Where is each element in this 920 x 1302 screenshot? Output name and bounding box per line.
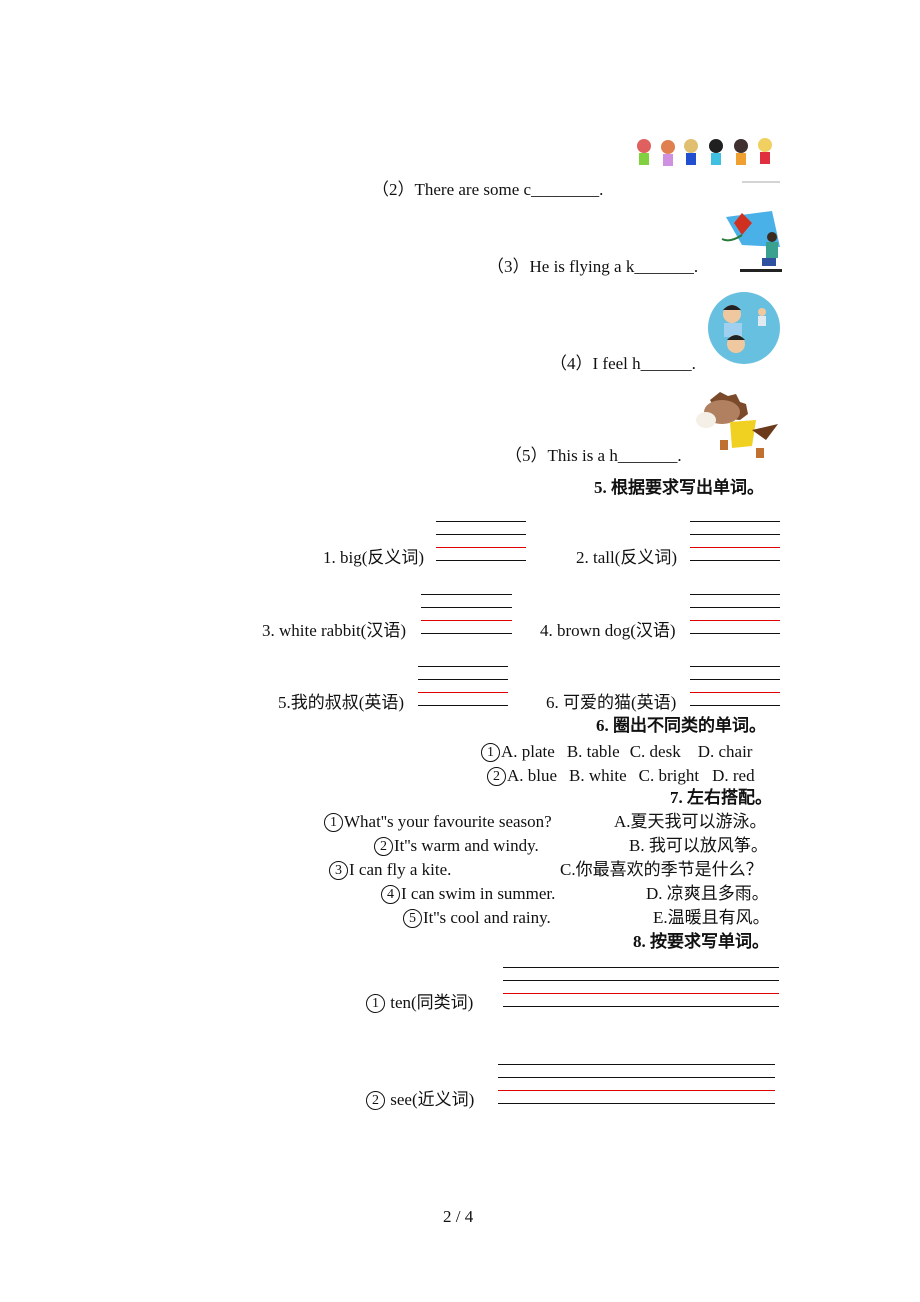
item-number: （3） [487, 257, 530, 276]
writing-lines[interactable] [418, 666, 508, 708]
match-text: It''s warm and windy. [394, 836, 539, 855]
circled-number: 1 [366, 994, 385, 1013]
match-right-item[interactable]: E.温暖且有风。 [653, 908, 770, 928]
boy-flying-kite-picture [721, 211, 782, 272]
section-5-item-label: 2. tall(反义词) [576, 548, 678, 567]
section-5-item-label: 3. white rabbit(汉语) [262, 621, 406, 640]
item-sentence: There are some c________. [414, 180, 604, 199]
circled-number: 4 [381, 885, 400, 904]
circled-number: 5 [403, 909, 422, 928]
page-number: 2 / 4 [443, 1207, 474, 1226]
writing-lines[interactable] [690, 521, 780, 563]
match-right-item[interactable]: B. 我可以放风筝。 [629, 836, 768, 856]
match-left-item[interactable]: 5 It''s cool and rainy. [403, 908, 551, 928]
picture-item-3: （3）He is flying a k_______. [487, 257, 698, 277]
horse-cartoon-picture [696, 392, 778, 458]
section-5-item-label: 1. big(反义词) [323, 548, 425, 567]
child-figure [661, 140, 675, 166]
circled-number: 2 [366, 1091, 385, 1110]
match-left-item[interactable]: 4I can swim in summer. [381, 884, 555, 904]
section-6-row: 1 A. plate B. table C. desk D. chair [481, 742, 752, 762]
section-8-item: 1 ten(同类词) [366, 993, 473, 1013]
happy-man-picture [708, 292, 780, 364]
circled-number: 3 [329, 861, 348, 880]
child-figure [709, 139, 723, 165]
writing-lines[interactable] [690, 594, 780, 636]
writing-lines[interactable] [436, 521, 526, 563]
match-left-item[interactable]: 1 What''s your favourite season? [324, 812, 552, 832]
item-sentence: He is flying a k_______. [529, 257, 699, 276]
picture-item-5: （5）This is a h_______. [505, 446, 682, 466]
option[interactable]: D. chair [698, 742, 753, 761]
section-8-item-label: see(近义词) [390, 1090, 475, 1109]
picture-item-4: （4）I feel h______. [550, 354, 696, 374]
section-8-title: 8. 按要求写单词。 [633, 932, 769, 951]
match-left-item[interactable]: 2 It''s warm and windy. [374, 836, 539, 856]
option[interactable]: C. bright [639, 766, 699, 785]
child-figure [758, 138, 772, 164]
child-figure [637, 139, 651, 165]
option[interactable]: C. desk [630, 742, 681, 761]
option[interactable]: B. white [569, 766, 627, 785]
circled-number: 2 [374, 837, 393, 856]
match-right-item[interactable]: D. 凉爽且多雨。 [646, 884, 769, 904]
section-8-item-label: ten(同类词) [390, 993, 474, 1012]
child-figure [684, 139, 698, 165]
item-number: （4） [550, 354, 593, 373]
item-sentence: I feel h______. [592, 354, 696, 373]
match-text: It''s cool and rainy. [423, 908, 551, 927]
child-figure [734, 139, 748, 165]
section-6-row: 2 A. blue B. white C. bright D. red [487, 766, 755, 786]
writing-lines[interactable] [503, 967, 779, 1009]
option[interactable]: A. plate [501, 742, 555, 761]
writing-lines[interactable] [690, 666, 780, 708]
writing-lines[interactable] [498, 1064, 775, 1106]
section-5-title: 5. 根据要求写出单词。 [594, 478, 764, 497]
match-right-item[interactable]: A.夏天我可以游泳。 [614, 812, 767, 832]
item-sentence: This is a h_______. [547, 446, 682, 465]
writing-lines[interactable] [421, 594, 512, 636]
section-5-item-label: 4. brown dog(汉语) [540, 621, 676, 640]
option[interactable]: B. table [567, 742, 620, 761]
picture-item-2: （2）There are some c________. [372, 180, 603, 200]
section-6-title: 6. 圈出不同类的单词。 [596, 716, 766, 735]
match-text: I can swim in summer. [401, 884, 556, 903]
section-7-title: 7. 左右搭配。 [670, 788, 772, 807]
match-left-item[interactable]: 3I can fly a kite. [329, 860, 451, 880]
option[interactable]: D. red [712, 766, 754, 785]
circled-number: 1 [324, 813, 343, 832]
circled-number: 1 [481, 743, 500, 762]
match-text: I can fly a kite. [349, 860, 452, 879]
match-text: What''s your favourite season? [344, 812, 552, 831]
circled-number: 2 [487, 767, 506, 786]
item-number: （2） [372, 180, 415, 199]
section-8-item: 2 see(近义词) [366, 1090, 474, 1110]
match-right-item[interactable]: C.你最喜欢的季节是什么？ [560, 860, 763, 880]
item-number: （5） [505, 446, 548, 465]
section-5-item-label: 5.我的叔叔(英语) [278, 693, 405, 712]
option[interactable]: A. blue [507, 766, 557, 785]
section-5-item-label: 6. 可爱的猫(英语) [546, 693, 677, 712]
children-holding-hands-picture [637, 138, 780, 183]
